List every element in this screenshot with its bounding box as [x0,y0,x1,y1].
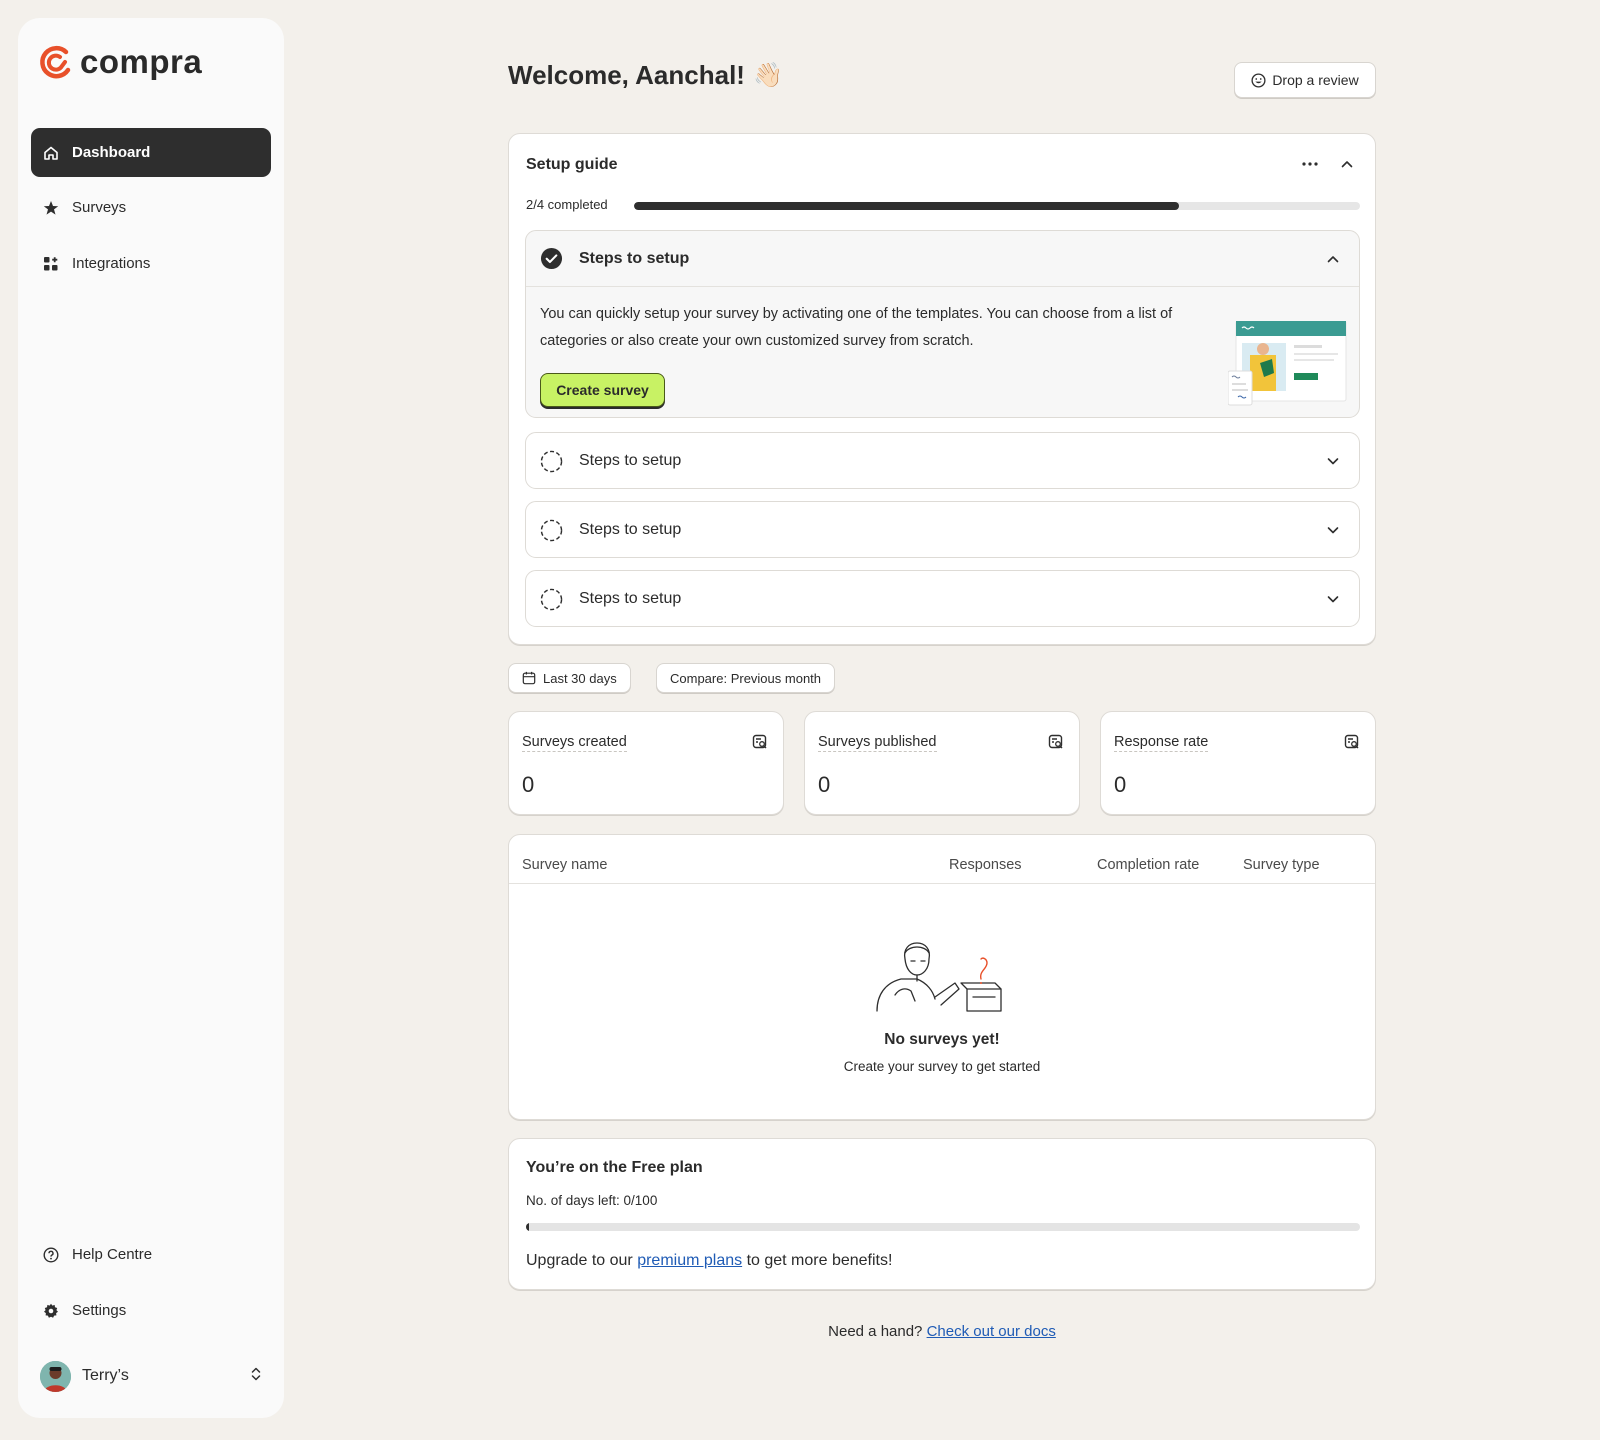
date-range-button[interactable]: Last 30 days [508,663,631,693]
stat-label[interactable]: Response rate [1114,734,1209,752]
sidebar-item-label: Settings [72,1302,127,1319]
compare-button[interactable]: Compare: Previous month [656,663,836,693]
sidebar-item-integrations[interactable]: Integrations [31,239,271,288]
sidebar-item-label: Surveys [72,199,127,216]
create-survey-button[interactable]: Create survey [540,373,665,407]
compra-logo-icon [40,45,71,79]
help-icon [43,1246,59,1263]
sidebar-item-dashboard[interactable]: Dashboard [31,128,271,177]
column-header-survey-type[interactable]: Survey type [1243,857,1320,873]
upgrade-suffix: to get more benefits! [746,1252,893,1269]
chevron-down-icon [1325,522,1341,543]
chevron-down-icon [1325,453,1341,474]
table-divider [509,883,1375,884]
plan-title: You’re on the Free plan [526,1159,703,1176]
column-header-survey-name[interactable]: Survey name [522,857,607,873]
report-search-icon[interactable] [1344,734,1360,755]
stat-value: 0 [522,772,535,797]
setup-step-title: Steps to setup [579,590,682,607]
sidebar-item-label: Dashboard [72,144,151,161]
sidebar-item-settings[interactable]: Settings [31,1286,271,1335]
smiley-icon [1251,72,1266,88]
column-header-responses[interactable]: Responses [949,857,1022,873]
stat-value: 0 [1114,772,1127,797]
stat-card-response-rate: Response rate 0 [1100,711,1376,815]
brand-name: compra [80,43,203,80]
help-footer: Need a hand? Check out our docs [508,1323,1376,1340]
wave-emoji: 👋🏻 [752,62,783,89]
setup-guide-card: Setup guide 2/4 completed Steps to setup… [508,133,1376,645]
grid-icon [43,256,59,272]
sidebar-item-label: Integrations [72,255,151,272]
drop-review-button[interactable]: Drop a review [1234,62,1376,98]
date-range-label: Last 30 days [543,670,617,686]
drop-review-label: Drop a review [1272,72,1359,88]
stat-label[interactable]: Surveys created [522,734,627,752]
setup-step-title: Steps to setup [579,452,682,469]
compare-label: Compare: Previous month [670,670,822,686]
welcome-text: Welcome, Aanchal! [508,60,745,90]
setup-step-2[interactable]: Steps to setup [525,432,1360,489]
chevron-up-icon [1325,251,1341,272]
star-icon [43,200,59,216]
workspace-name: Terry’s [82,1367,129,1384]
workspace-switcher[interactable]: Terry’s [40,1358,262,1394]
setup-step-header[interactable]: Steps to setup [526,231,1359,287]
setup-step-1: Steps to setup You can quickly setup you… [525,230,1360,418]
surveys-table: Survey name Responses Completion rate Su… [508,834,1376,1120]
setup-step-4[interactable]: Steps to setup [525,570,1360,627]
setup-step-header[interactable]: Steps to setup [526,571,1359,627]
sidebar-item-help-centre[interactable]: Help Centre [31,1230,271,1279]
setup-step-title: Steps to setup [579,249,690,267]
footer-prefix: Need a hand? [828,1323,923,1340]
empty-state-title: No surveys yet! [884,1031,1000,1048]
setup-progress-fill [634,202,1179,210]
chevron-updown-icon [250,1366,262,1387]
report-search-icon[interactable] [1048,734,1064,755]
brand-logo[interactable]: compra [38,42,202,82]
setup-guide-title: Setup guide [526,156,618,173]
more-options-icon[interactable] [1301,156,1319,177]
setup-progress-label: 2/4 completed [526,197,608,212]
stat-card-surveys-created: Surveys created 0 [508,711,784,815]
avatar [40,1360,71,1392]
stat-card-surveys-published: Surveys published 0 [804,711,1080,815]
chevron-up-icon[interactable] [1339,156,1355,177]
plan-progress-bar [526,1223,1360,1231]
setup-step-header[interactable]: Steps to setup [526,502,1359,558]
stat-label[interactable]: Surveys published [818,734,937,752]
column-header-completion-rate[interactable]: Completion rate [1097,857,1199,873]
sidebar-item-label: Help Centre [72,1246,153,1263]
plan-card: You’re on the Free plan No. of days left… [508,1138,1376,1290]
gear-icon [43,1303,59,1319]
plan-progress-fill [526,1223,529,1231]
dashed-circle-icon [540,519,563,542]
setup-step-title: Steps to setup [579,521,682,538]
setup-progress-bar [634,202,1360,210]
page-title: Welcome, Aanchal! 👋🏻 [508,60,783,91]
home-icon [43,145,59,161]
empty-state-subtitle: Create your survey to get started [843,1059,1041,1074]
dashed-circle-icon [540,588,563,611]
report-search-icon[interactable] [752,734,768,755]
template-illustration [1227,320,1348,412]
chevron-down-icon [1325,591,1341,612]
docs-link[interactable]: Check out our docs [927,1323,1056,1340]
stat-value: 0 [818,772,831,797]
check-circle-icon [540,247,563,270]
setup-step-header[interactable]: Steps to setup [526,433,1359,489]
dashed-circle-icon [540,450,563,473]
empty-state-illustration [875,939,1009,1018]
setup-step-3[interactable]: Steps to setup [525,501,1360,558]
premium-plans-link[interactable]: premium plans [637,1252,742,1269]
upgrade-prefix: Upgrade to our [526,1252,633,1269]
setup-step-description: You can quickly setup your survey by act… [540,306,1173,349]
plan-days-left: No. of days left: 0/100 [526,1193,658,1208]
plan-upgrade-text: Upgrade to our premium plans to get more… [526,1252,892,1270]
sidebar-item-surveys[interactable]: Surveys [31,183,271,232]
sidebar: compra Dashboard Surveys Integrations He… [18,18,284,1418]
calendar-icon [522,671,536,685]
